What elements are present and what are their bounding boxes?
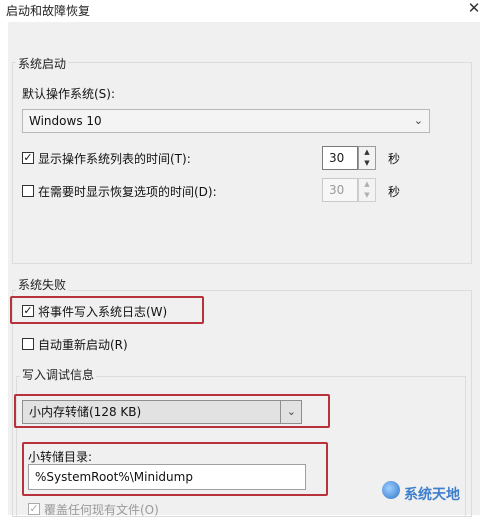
spin-up-icon[interactable]: ▲ <box>359 179 375 190</box>
write-event-log-checkbox[interactable]: ✓ <box>22 305 34 317</box>
show-recovery-spinner[interactable]: ▲ ▼ <box>358 178 376 202</box>
default-os-value: Windows 10 <box>29 114 102 128</box>
default-os-select[interactable]: Windows 10 ⌄ <box>22 109 430 133</box>
watermark-logo-icon <box>382 481 400 499</box>
spin-down-icon[interactable]: ▼ <box>359 158 375 169</box>
show-recovery-seconds-input[interactable]: 30 <box>322 178 358 202</box>
spin-down-icon[interactable]: ▼ <box>359 190 375 201</box>
show-os-list-label: 显示操作系统列表的时间(T): <box>38 152 191 166</box>
write-event-log-label: 将事件写入系统日志(W) <box>38 305 168 319</box>
system-startup-group-label: 系统启动 <box>16 55 69 72</box>
watermark-text: 系统天地 <box>404 487 460 503</box>
show-recovery-checkbox[interactable] <box>22 185 34 197</box>
spin-up-icon[interactable]: ▲ <box>359 147 375 158</box>
auto-restart-label: 自动重新启动(R) <box>38 338 128 352</box>
chevron-down-icon: ⌄ <box>286 405 296 418</box>
auto-restart-checkbox[interactable] <box>22 338 34 350</box>
dump-type-value: 小内存转储(128 KB) <box>29 405 142 419</box>
show-recovery-unit: 秒 <box>388 185 401 199</box>
overwrite-label: 覆盖任何现有文件(O) <box>44 503 159 517</box>
chevron-down-icon: ⌄ <box>413 114 423 127</box>
window-title: 启动和故障恢复 <box>6 4 91 18</box>
show-os-list-seconds-input[interactable]: 30 <box>322 146 358 170</box>
overwrite-checkbox[interactable]: ✓ <box>28 503 40 515</box>
dump-type-select[interactable]: 小内存转储(128 KB) <box>22 400 302 424</box>
dump-dir-label: 小转储目录: <box>28 450 93 464</box>
dump-dir-input[interactable]: %SystemRoot%\Minidump <box>28 464 306 490</box>
system-failure-group-label: 系统失败 <box>16 276 69 293</box>
show-os-list-spinner[interactable]: ▲ ▼ <box>358 146 376 170</box>
close-icon[interactable]: ✕ <box>466 0 482 16</box>
dump-type-dropdown-button[interactable]: ⌄ <box>280 400 302 424</box>
default-os-label: 默认操作系统(S): <box>22 87 116 101</box>
show-os-list-unit: 秒 <box>388 152 401 166</box>
show-recovery-label: 在需要时显示恢复选项的时间(D): <box>38 185 217 199</box>
show-os-list-checkbox[interactable]: ✓ <box>22 152 34 164</box>
debug-info-group-label: 写入调试信息 <box>20 366 97 383</box>
